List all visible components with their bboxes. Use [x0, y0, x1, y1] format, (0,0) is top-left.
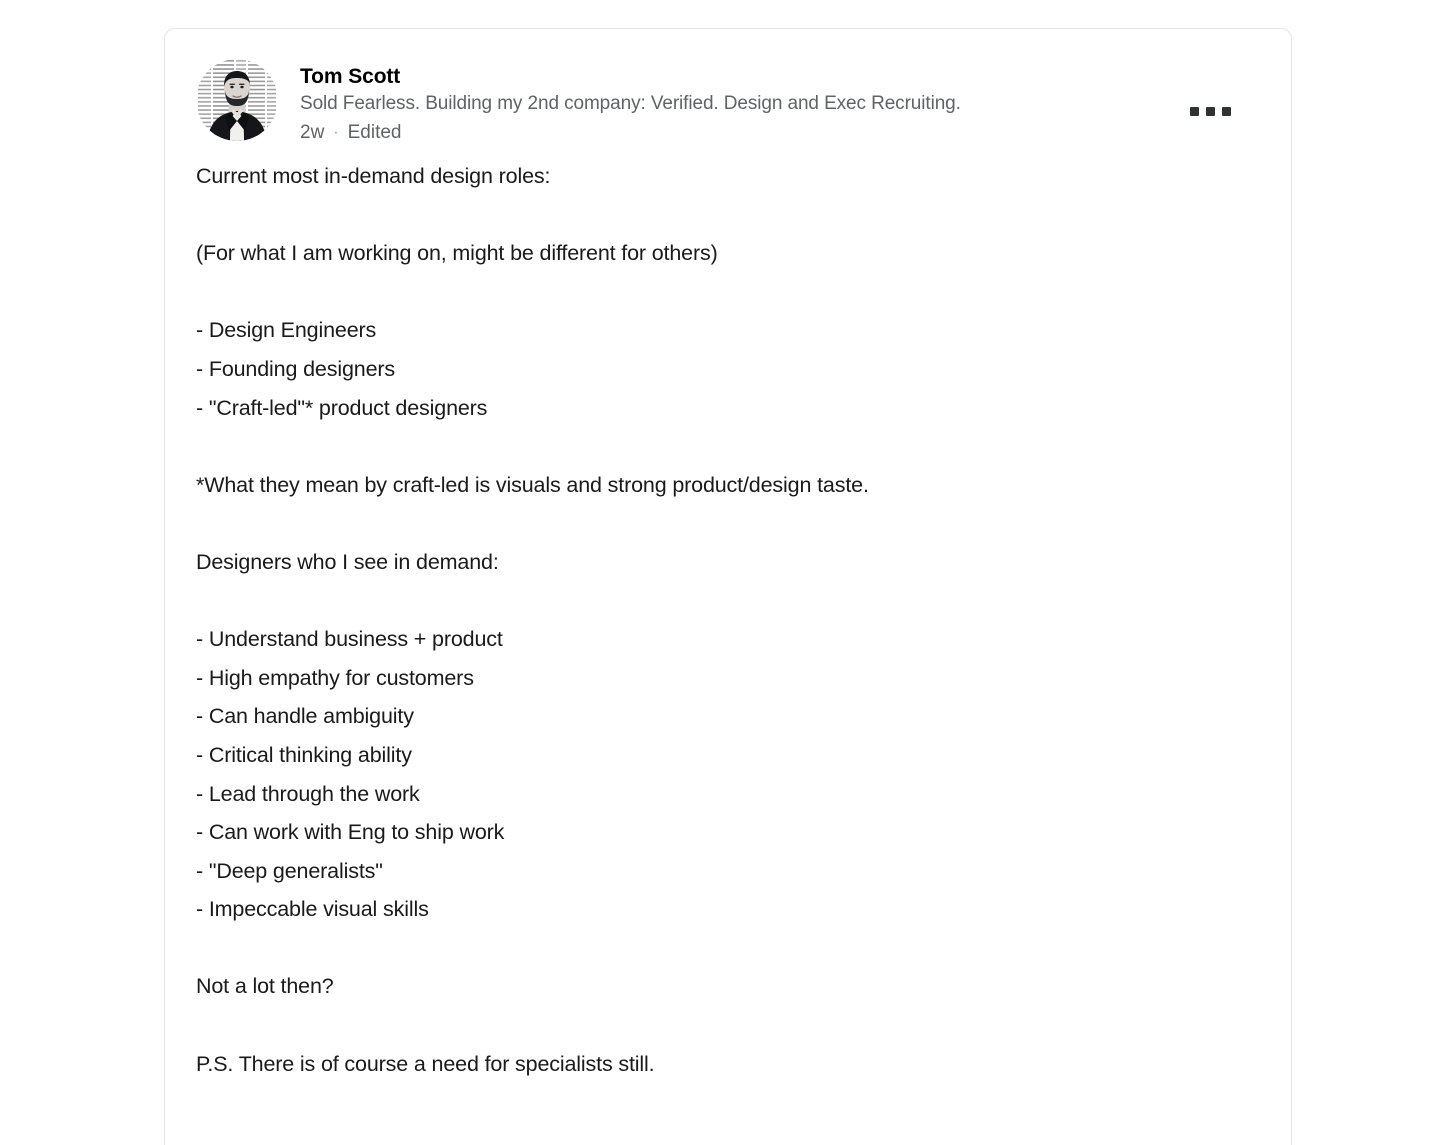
content-line: (For what I am working on, might be diff… — [196, 241, 718, 266]
overflow-dot-icon — [1206, 107, 1215, 116]
post-content: Current most in-demand design roles: (For… — [165, 147, 1291, 1113]
screen-root: Tom Scott Sold Fearless. Building my 2nd… — [0, 0, 1456, 1145]
content-blank-line — [196, 504, 1251, 543]
content-line: Not a lot then? — [196, 974, 334, 999]
overflow-dot-icon — [1222, 107, 1231, 116]
post-edited-label: Edited — [347, 122, 402, 143]
content-blank-line — [196, 196, 1251, 235]
content-blank-line — [196, 929, 1251, 968]
content-line: - High empathy for customers — [196, 665, 474, 690]
content-line: - Critical thinking ability — [196, 742, 412, 767]
content-line: - Design Engineers — [196, 318, 377, 343]
overflow-menu-button[interactable] — [1186, 103, 1235, 120]
content-blank-line — [196, 582, 1251, 621]
content-line: - Understand business + product — [196, 627, 503, 652]
avatar[interactable] — [196, 59, 278, 141]
content-line: - Impeccable visual skills — [196, 897, 429, 922]
content-line: - Can work with Eng to ship work — [196, 820, 505, 845]
overflow-dot-icon — [1190, 107, 1199, 116]
content-line: - "Craft-led"* product designers — [196, 395, 488, 420]
content-line: Current most in-demand design roles: — [196, 164, 551, 188]
author-headline: Sold Fearless. Building my 2nd company: … — [300, 93, 961, 114]
author-identity: Tom Scott Sold Fearless. Building my 2nd… — [300, 57, 1263, 147]
content-line: P.S. There is of course a need for speci… — [196, 1051, 655, 1076]
author-name[interactable]: Tom Scott — [300, 63, 1263, 90]
post-card: Tom Scott Sold Fearless. Building my 2nd… — [164, 28, 1292, 1145]
content-line: Designers who I see in demand: — [196, 549, 499, 574]
content-line: - Founding designers — [196, 356, 395, 381]
content-blank-line — [196, 273, 1251, 312]
content-line: - Can handle ambiguity — [196, 704, 414, 729]
content-line: - Lead through the work — [196, 781, 420, 806]
content-blank-line — [196, 427, 1251, 466]
content-line: - "Deep generalists" — [196, 858, 383, 883]
post-header: Tom Scott Sold Fearless. Building my 2nd… — [165, 29, 1291, 147]
post-meta: 2w · Edited — [300, 118, 1263, 147]
avatar-photo — [196, 59, 278, 141]
meta-separator: · — [333, 124, 339, 141]
content-blank-line — [196, 1006, 1251, 1045]
post-timestamp: 2w — [300, 122, 325, 143]
content-line: *What they mean by craft-led is visuals … — [196, 472, 869, 497]
